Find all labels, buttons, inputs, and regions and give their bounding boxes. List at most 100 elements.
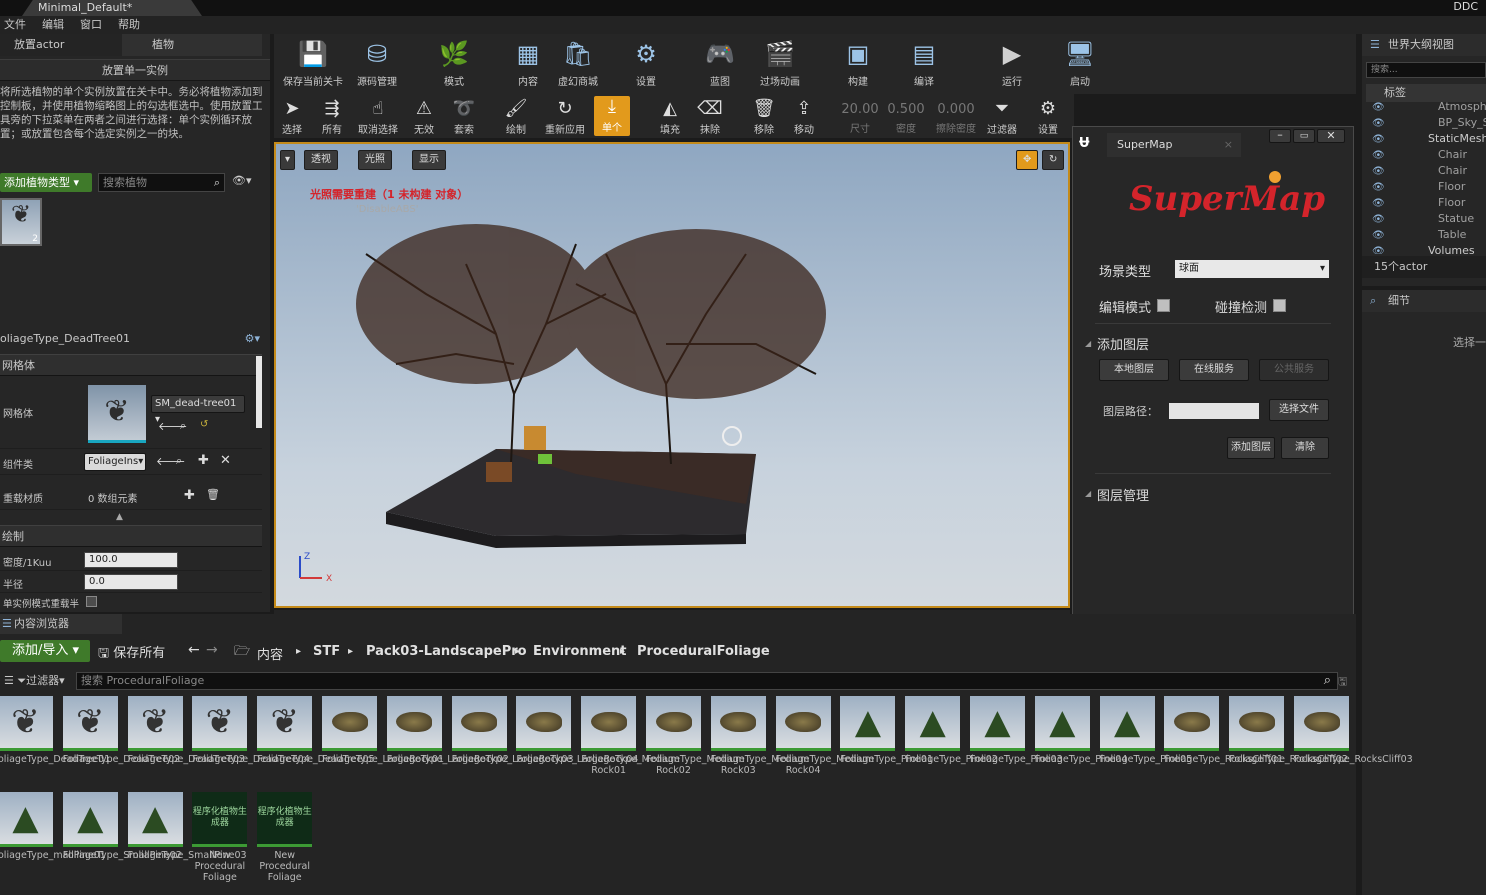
toolbar-content-button[interactable]: ▦ 内容 bbox=[506, 38, 550, 88]
local-layer-button[interactable]: 本地图层 bbox=[1099, 359, 1169, 381]
override-add-icon[interactable]: ✚ bbox=[184, 488, 195, 503]
menu-edit[interactable]: 编辑 bbox=[42, 16, 64, 34]
brush-density-field[interactable]: 0.500 密度 bbox=[886, 100, 926, 135]
asset-tile[interactable]: ❦ FoliageType_DeadTree02 bbox=[62, 696, 180, 765]
collapse-arrow-icon-2[interactable]: ◢ bbox=[1085, 489, 1091, 498]
component-clear-icon[interactable]: ✕ bbox=[220, 453, 231, 468]
reset-icon[interactable]: ↺ bbox=[200, 419, 208, 430]
toolbar-launch-button[interactable]: 🖥 启动 bbox=[1058, 38, 1102, 88]
foliage-settings-button[interactable]: ⚙ 设置 bbox=[1030, 98, 1066, 136]
add-foliage-type-button[interactable]: 添加植物类型 ▾ bbox=[0, 173, 92, 192]
asset-tile[interactable]: ❦ FoliageType_DeadTree03 bbox=[127, 696, 245, 765]
toolbar-compile-button[interactable]: ▤ 编译 bbox=[902, 38, 946, 88]
asset-tile[interactable]: FoliageType_RocksCliff01 bbox=[1164, 696, 1283, 765]
toolbar-play-button[interactable]: ▶ 运行 bbox=[990, 38, 1034, 88]
foliage-erase-button[interactable]: ⌫ 抹除 bbox=[696, 98, 724, 136]
close-icon[interactable]: ✕ bbox=[1317, 129, 1345, 143]
toolbar-marketplace-button[interactable]: 🛍 虚幻商城 bbox=[552, 38, 604, 88]
add-layer-button[interactable]: 添加图层 bbox=[1227, 437, 1275, 459]
collision-checkbox[interactable] bbox=[1273, 299, 1286, 312]
asset-tile[interactable]: FoliageType_LargeRock02 bbox=[386, 696, 509, 765]
asset-tile[interactable]: ▲ FoliageType_Pine05 bbox=[1099, 696, 1192, 765]
collapse-arrow-icon[interactable]: ◢ bbox=[1085, 339, 1091, 348]
select-file-button[interactable]: 选择文件 bbox=[1269, 399, 1329, 421]
asset-tile[interactable]: 程序化植物生成器 New Procedural Foliage bbox=[257, 792, 313, 883]
mesh-section-header[interactable]: 网格体 bbox=[0, 354, 262, 376]
density-input[interactable]: 100.0 bbox=[84, 552, 178, 568]
scene-type-select[interactable]: 球面 ▾ bbox=[1175, 260, 1329, 278]
foliage-remove-button[interactable]: 🗑 移除 bbox=[750, 98, 778, 136]
menu-window[interactable]: 窗口 bbox=[80, 16, 102, 34]
outliner-item[interactable]: Floor bbox=[1438, 180, 1465, 193]
toolbar-source-control-button[interactable]: ⛁ 源码管理 bbox=[350, 38, 404, 88]
asset-tile[interactable]: ❦ FoliageType_DeadTree05 bbox=[257, 696, 375, 765]
menu-help[interactable]: 帮助 bbox=[118, 16, 140, 34]
foliage-lasso-button[interactable]: ➰ 套索 bbox=[450, 98, 478, 136]
content-browser-tab[interactable]: ☰ 内容浏览器 bbox=[0, 614, 122, 634]
asset-tile[interactable]: ▲ FoliageType_Pine04 bbox=[1034, 696, 1127, 765]
browse-icon[interactable]: ⌕ bbox=[180, 419, 186, 433]
asset-tile[interactable]: FoliageType_Medium Rock01 bbox=[581, 696, 680, 776]
chevron-right-icon[interactable]: ▸ bbox=[620, 646, 625, 657]
details-scrollbar[interactable] bbox=[256, 356, 262, 428]
chevron-right-icon[interactable]: ▸ bbox=[296, 646, 301, 657]
foliage-invalid-button[interactable]: ⚠ 无效 bbox=[410, 98, 438, 136]
asset-tile[interactable]: ▲ FoliageType_SmallPine03 bbox=[127, 792, 247, 861]
foliage-fill-button[interactable]: ◭ 填充 bbox=[656, 98, 684, 136]
foliage-thumbnail[interactable]: ❦ 2 bbox=[0, 198, 42, 246]
maximize-icon[interactable]: ▭ bbox=[1293, 129, 1315, 143]
foliage-options-icon[interactable]: ⚙▾ bbox=[245, 330, 260, 348]
brush-erase-density-field[interactable]: 0.000 擦除密度 bbox=[932, 100, 980, 135]
foliage-select-all-button[interactable]: ⇶ 所有 bbox=[316, 98, 348, 136]
outliner-item[interactable]: Table bbox=[1438, 228, 1466, 241]
toolbar-save-button[interactable]: 💾 保存当前关卡 bbox=[278, 38, 348, 88]
paint-section-header[interactable]: 绘制 bbox=[0, 525, 262, 547]
online-service-button[interactable]: 在线服务 bbox=[1179, 359, 1249, 381]
layer-path-input[interactable] bbox=[1169, 403, 1259, 419]
asset-tile[interactable]: ▲ FoliageType_SmallPine02 bbox=[62, 792, 182, 861]
asset-tile[interactable]: ▲ oliageType_mallPine01 bbox=[0, 792, 106, 861]
asset-tile[interactable]: ▲ FoliageType_Pine03 bbox=[970, 696, 1063, 765]
asset-tile[interactable]: FoliageType_Medium Rock03 bbox=[710, 696, 809, 776]
component-add-icon[interactable]: ✚ bbox=[198, 453, 209, 468]
supermap-tab[interactable]: SuperMap × bbox=[1107, 133, 1241, 157]
edit-mode-checkbox[interactable] bbox=[1157, 299, 1170, 312]
save-search-icon[interactable]: 🖫 bbox=[1338, 673, 1347, 692]
asset-tile[interactable]: ▲ FoliageType_Pine02 bbox=[905, 696, 998, 765]
toolbar-blueprint-button[interactable]: 🎮 蓝图 bbox=[698, 38, 742, 88]
outliner-item[interactable]: Chair bbox=[1438, 164, 1467, 177]
asset-tile[interactable]: FoliageType_Medium Rock04 bbox=[775, 696, 874, 776]
sun-light-icon[interactable] bbox=[722, 426, 742, 446]
minimize-icon[interactable]: – bbox=[1269, 129, 1291, 143]
outliner-folder[interactable]: StaticMeshe bbox=[1428, 132, 1486, 145]
outliner-item[interactable]: Chair bbox=[1438, 148, 1467, 161]
menu-file[interactable]: 文件 bbox=[4, 16, 26, 34]
brush-size-field[interactable]: 20.00 尺寸 bbox=[840, 100, 880, 135]
foliage-paint-button[interactable]: 🖌 绘制 bbox=[502, 98, 530, 136]
asset-tile[interactable]: FoliageType_LargeRock03 bbox=[451, 696, 574, 765]
radius-input[interactable]: 0.0 bbox=[84, 574, 178, 590]
public-service-button[interactable]: 公共服务 bbox=[1259, 359, 1329, 381]
ddc-indicator[interactable]: DDC bbox=[1453, 0, 1478, 14]
breadcrumb-stf[interactable]: STF bbox=[313, 644, 340, 659]
asset-tile[interactable]: FoliageType_RocksCliff03 bbox=[1294, 696, 1413, 765]
asset-tile[interactable]: FoliageType_LargeRock04 bbox=[516, 696, 638, 765]
visibility-eye-icon[interactable]: 👁▾ bbox=[232, 174, 252, 187]
mesh-thumbnail[interactable]: ❦ bbox=[88, 385, 146, 443]
content-search-input[interactable]: 搜索 ProceduralFoliage ⌕ bbox=[76, 672, 1338, 690]
asset-tile[interactable]: ▲ FoliageType_Pine01 bbox=[840, 696, 933, 765]
asset-tile[interactable]: ❦ FoliageType_DeadTree04 bbox=[192, 696, 310, 765]
foliage-reapply-button[interactable]: ↻ 重新应用 bbox=[540, 98, 590, 136]
breadcrumb-environment[interactable]: Environment bbox=[533, 644, 627, 659]
breadcrumb-content[interactable]: 内容 bbox=[257, 644, 283, 663]
override-delete-icon[interactable]: 🗑 bbox=[206, 488, 220, 501]
toolbar-build-button[interactable]: ▣ 构建 bbox=[836, 38, 880, 88]
filters-button[interactable]: ☰ ⏷过滤器▾ bbox=[0, 672, 72, 690]
foliage-search-input[interactable]: 搜索植物 ⌕ bbox=[98, 173, 225, 192]
foliage-deselect-button[interactable]: ☝ 取消选择 bbox=[354, 98, 402, 136]
single-instance-checkbox[interactable] bbox=[86, 596, 97, 607]
outliner-item[interactable]: BP_Sky_S bbox=[1438, 116, 1486, 129]
level-viewport[interactable]: ▾ 透视 光照 显示 ✥ ↻ 光照需要重建（1 未构建 对象） 'Disable… bbox=[274, 142, 1070, 608]
outliner-item[interactable]: Floor bbox=[1438, 196, 1465, 209]
asset-tile[interactable]: FoliageType_RocksCliff02 bbox=[1229, 696, 1348, 765]
